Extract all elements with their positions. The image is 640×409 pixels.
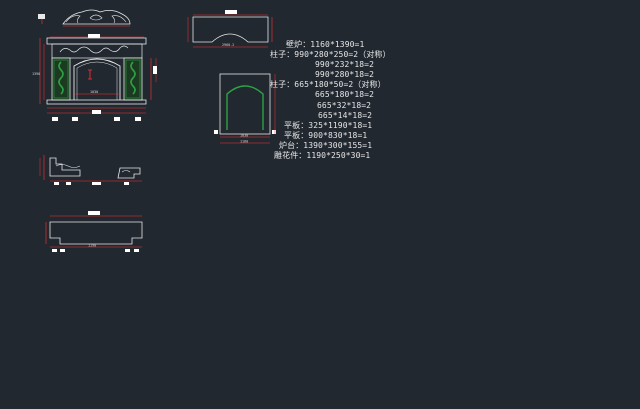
spec-line[interactable]: 平板：325*1190*18=1 — [270, 121, 410, 131]
section-mark-2 — [66, 182, 71, 185]
text-cursor-icon — [88, 69, 92, 80]
inner-panel-dim-label-1: 1030 — [240, 134, 248, 138]
bottom-dim-mark-left — [52, 117, 58, 121]
top-dim-label-box — [88, 34, 100, 38]
dim-label-opening: 1030 — [90, 90, 98, 94]
spec-line[interactable]: 665*180*18=2 — [270, 90, 410, 100]
section-mark-1 — [54, 182, 59, 185]
spec-line[interactable]: 665*32*18=2 — [270, 101, 410, 111]
section-view — [39, 155, 142, 185]
dim-label-height: 1390 — [32, 72, 40, 76]
crest-scroll-left — [65, 15, 81, 24]
spec-line[interactable]: 雕花件：1190*250*30=1 — [270, 151, 410, 161]
bottom-dim-mark-mid-right — [114, 117, 120, 121]
plan-mark-4 — [134, 249, 139, 252]
inner-panel-view: 1030 1160 — [214, 73, 276, 144]
crest-scroll-right — [111, 15, 127, 24]
bottom-dim-label-box — [92, 110, 101, 114]
material-spec-list: 壁炉：1160*1390=1 柱子：990*280*250=2（对称） 990*… — [270, 40, 410, 161]
plan-mark-3 — [125, 249, 130, 252]
plan-view: 1190 — [45, 211, 143, 252]
section-right-profile — [117, 167, 141, 179]
spec-line[interactable]: 990*232*18=2 — [270, 60, 410, 70]
spec-line[interactable]: 990*280*18=2 — [270, 70, 410, 80]
section-mark-4 — [124, 182, 129, 185]
hearth-plan-outline — [49, 221, 143, 245]
section-mark-3 — [92, 182, 101, 185]
arch-dim-label: 2960.2 — [222, 43, 234, 47]
spec-line[interactable]: 炉台：1390*300*155=1 — [270, 141, 410, 151]
section-left-profile — [49, 157, 81, 177]
spec-line[interactable]: 柱子：990*280*250=2（对称） — [270, 50, 410, 60]
right-dim-label-box — [153, 66, 157, 74]
crest-center-flower — [89, 14, 103, 21]
plan-mark-1 — [52, 249, 57, 252]
plan-mark-2 — [60, 249, 65, 252]
crest-dim-marker — [38, 14, 45, 19]
section-left-carving — [55, 164, 81, 168]
mantel-shelf — [46, 37, 147, 45]
inner-panel-arch — [226, 85, 264, 130]
spec-line[interactable]: 665*14*18=2 — [270, 111, 410, 121]
arch-panel-outline — [192, 16, 269, 43]
front-elevation-view: 1030 1390 — [32, 9, 157, 121]
inner-panel-dim-label-2: 1160 — [240, 140, 248, 144]
arch-panel-view: 2960.2 — [187, 10, 273, 48]
firebox-inner-arch — [76, 61, 118, 100]
plan-top-label-box — [88, 211, 100, 215]
arch-top-label-box — [225, 10, 237, 14]
inner-panel-mark-left — [214, 130, 218, 134]
spec-line[interactable]: 柱子：665*180*50=2（对称） — [270, 80, 410, 90]
frieze-band — [51, 43, 143, 59]
spec-line[interactable]: 壁炉：1160*1390=1 — [270, 40, 410, 50]
hearth-base — [46, 99, 147, 105]
bottom-dim-mark-right — [135, 117, 141, 121]
plan-dim-label: 1190 — [88, 244, 96, 248]
bottom-dim-mark-mid-left — [72, 117, 78, 121]
spec-line[interactable]: 平板：900*830*18=1 — [270, 131, 410, 141]
section-right-carving — [121, 170, 131, 173]
frieze-carving — [59, 45, 129, 54]
